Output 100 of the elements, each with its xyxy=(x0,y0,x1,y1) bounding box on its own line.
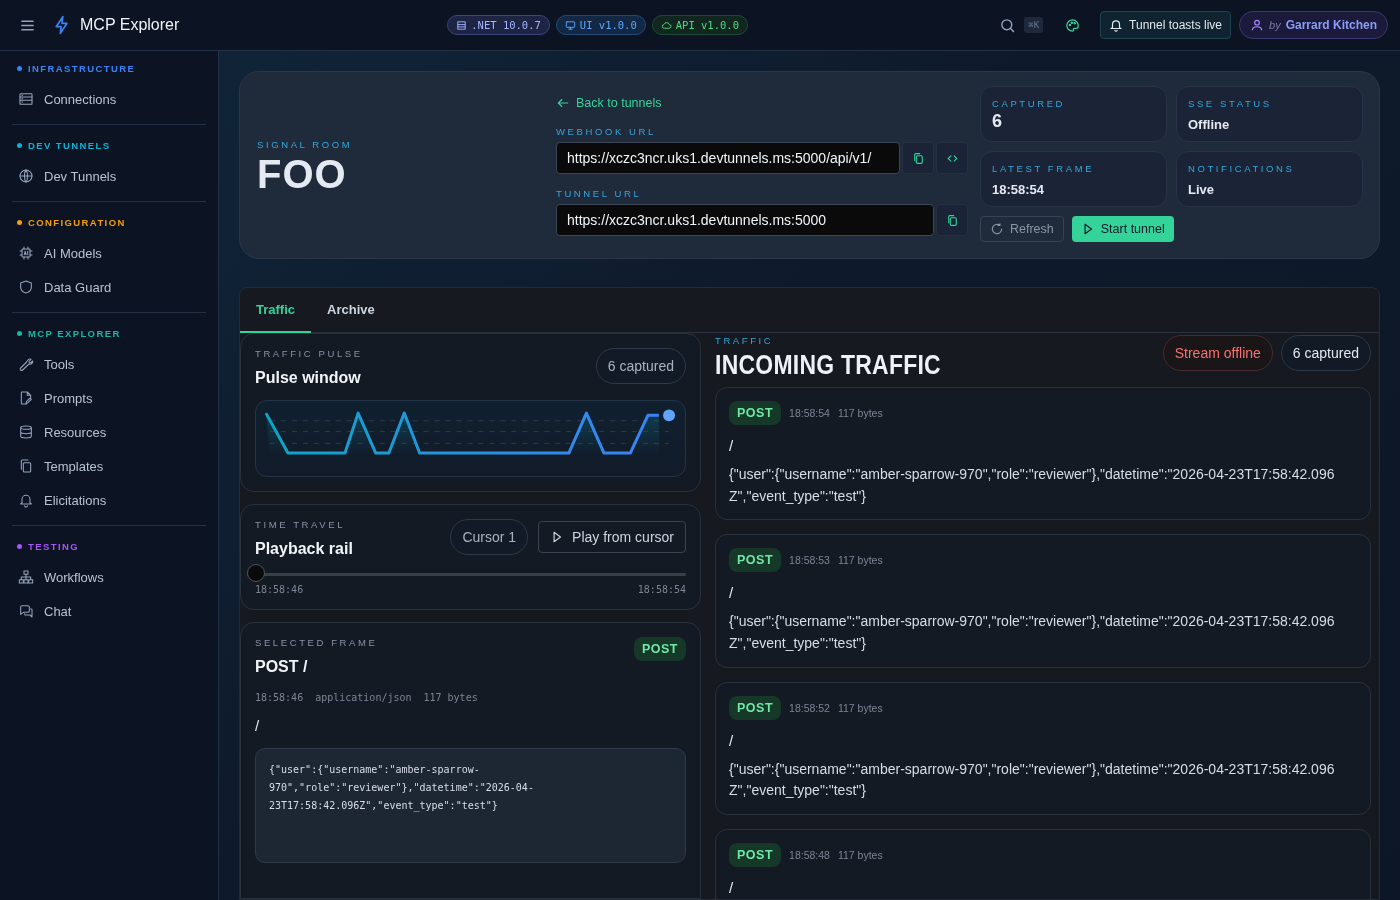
play-from-cursor-button[interactable]: Play from cursor xyxy=(538,521,686,553)
wrench-icon xyxy=(18,356,34,372)
section-heading: INCOMING TRAFFIC xyxy=(715,350,941,381)
frame-time: 18:58:46 xyxy=(255,692,304,703)
copy-icon xyxy=(18,458,34,474)
event-time: 18:58:48 xyxy=(789,849,830,862)
method-badge: POST xyxy=(729,695,782,720)
event-size: 117 bytes xyxy=(837,407,883,419)
eyebrow-label: SIGNAL ROOM xyxy=(257,139,354,150)
nav-item[interactable]: Workflows xyxy=(12,560,206,594)
nav-item[interactable]: Elicitations xyxy=(12,483,206,517)
stat-value: 18:58:54 xyxy=(992,182,1046,197)
frame-path: / xyxy=(255,717,261,734)
file-icon xyxy=(18,390,34,406)
copy-icon xyxy=(911,151,925,165)
eyebrow-label: TIME TRAVEL xyxy=(255,519,346,530)
version-text: API v1.0.0 xyxy=(675,19,739,31)
stat-value: Offline xyxy=(1188,117,1231,132)
start-tunnel-button[interactable]: Start tunnel xyxy=(1071,216,1174,242)
card-title: Playback rail xyxy=(255,540,353,558)
search-icon[interactable] xyxy=(999,16,1017,34)
copy-icon xyxy=(945,213,959,227)
nav-item[interactable]: Resources xyxy=(12,415,206,449)
stat-value: 6 xyxy=(992,111,1003,132)
start-time: 18:58:46 xyxy=(255,584,304,595)
method-badge: POST xyxy=(729,843,782,868)
nav-item[interactable]: Tools xyxy=(12,347,206,381)
card-title: POST / xyxy=(255,658,309,676)
stat-label: NOTIFICATIONS xyxy=(1188,163,1296,174)
version-text: UI v1.0.0 xyxy=(579,19,637,31)
hierarchy-icon xyxy=(18,569,34,585)
copy-button[interactable] xyxy=(936,204,968,236)
method-badge: POST xyxy=(729,548,782,573)
user-name: Garrard Kitchen xyxy=(1285,18,1377,32)
method-badge: POST xyxy=(729,401,782,425)
eyebrow-label: SELECTED FRAME xyxy=(255,637,378,648)
field-label: WEBHOOK URL xyxy=(556,126,657,137)
monitor-icon xyxy=(564,19,576,31)
end-time: 18:58:54 xyxy=(637,584,686,595)
section-title: MCP EXPLORER xyxy=(28,328,121,339)
traffic-event[interactable]: POST 18:58:48 117 bytes / xyxy=(715,829,1371,899)
notifications-button[interactable]: Tunnel toasts live xyxy=(1100,11,1231,39)
by-label: by xyxy=(1269,19,1281,31)
captured-count: 6 captured xyxy=(595,348,686,384)
section-title: DEV TUNNELS xyxy=(28,140,111,151)
cloud-icon xyxy=(660,19,672,31)
refresh-icon xyxy=(990,222,1004,236)
traffic-event[interactable]: POST 18:58:52 117 bytes / {"user":{"username":"amber-sparrow-970","role":"reviewer"},"datetime":"2026-04-23T17:58:42.096Z","event_type":"test"} xyxy=(715,681,1371,816)
chip-icon xyxy=(18,245,34,261)
tunnel-title: FOO xyxy=(257,152,348,197)
palette-icon[interactable] xyxy=(1065,16,1081,34)
traffic-event[interactable]: POST 18:58:54 117 bytes / {"user":{"username":"amber-sparrow-970","role":"reviewer"},"datetime":"2026-04-23T17:58:42.096Z","event_type":"test"} xyxy=(715,387,1371,521)
stat-label: CAPTURED xyxy=(992,98,1067,109)
traffic-event[interactable]: POST 18:58:53 117 bytes / {"user":{"username":"amber-sparrow-970","role":"reviewer"},"datetime":"2026-04-23T17:58:42.096Z","event_type":"test"} xyxy=(715,534,1371,668)
captured-count: 6 captured xyxy=(1280,335,1371,371)
shortcut-key: ⌘K xyxy=(1024,17,1044,33)
user-icon xyxy=(1250,18,1264,32)
globe-icon xyxy=(18,168,34,184)
nav-item[interactable]: Templates xyxy=(12,449,206,483)
tunnel-url-field[interactable]: https://xczc3ncr.uks1.devtunnels.ms:5000 xyxy=(556,204,934,236)
nav-item[interactable]: Chat xyxy=(12,594,206,628)
event-time: 18:58:52 xyxy=(789,701,830,714)
arrow-left-icon xyxy=(556,96,570,110)
slider-thumb[interactable] xyxy=(247,564,265,582)
stat-label: SSE STATUS xyxy=(1188,98,1273,109)
shield-icon xyxy=(18,279,34,295)
event-path: / xyxy=(729,879,735,897)
event-time: 18:58:53 xyxy=(789,554,830,567)
nav-item[interactable]: Prompts xyxy=(12,381,206,415)
back-link[interactable]: Back to tunnels xyxy=(556,96,968,110)
nav-item[interactable]: Connections xyxy=(12,82,206,116)
copy-button[interactable] xyxy=(902,142,934,174)
eyebrow-label: TRAFFIC xyxy=(715,335,775,346)
app-title: MCP Explorer xyxy=(80,16,180,34)
event-size: 117 bytes xyxy=(837,701,883,714)
nav-item[interactable]: Data Guard xyxy=(12,270,206,304)
stat-label: LATEST FRAME xyxy=(992,163,1096,174)
event-body: {"user":{"username":"amber-sparrow-970","role":"reviewer"},"datetime":"2026-04-23T17:58:42.096Z","event_type":"test"} xyxy=(729,612,1336,654)
webhook-url-field[interactable]: https://xczc3ncr.uks1.devtunnels.ms:5000/api/v1/ xyxy=(556,142,900,174)
bell-icon xyxy=(18,492,34,508)
code-button[interactable] xyxy=(936,142,968,174)
nav-item[interactable]: Dev Tunnels xyxy=(12,159,206,193)
tab[interactable]: Archive xyxy=(311,288,391,333)
bell-icon xyxy=(1109,18,1124,32)
event-time: 18:58:54 xyxy=(789,407,830,419)
nav-item[interactable]: AI Models xyxy=(12,236,206,270)
version-text: .NET 10.0.7 xyxy=(471,19,541,31)
section-title: TESTING xyxy=(28,541,79,552)
stat-value: Live xyxy=(1188,182,1215,197)
event-size: 117 bytes xyxy=(837,554,883,567)
playback-slider[interactable] xyxy=(247,564,686,584)
user-button[interactable]: by Garrard Kitchen xyxy=(1239,11,1388,39)
method-badge: POST xyxy=(633,637,686,661)
card-title: Pulse window xyxy=(255,369,362,387)
section-title: CONFIGURATION xyxy=(28,217,126,228)
section-title: INFRASTRUCTURE xyxy=(28,63,136,74)
refresh-button[interactable]: Refresh xyxy=(980,216,1064,242)
event-size: 117 bytes xyxy=(837,849,883,862)
event-body: {"user":{"username":"amber-sparrow-970","role":"reviewer"},"datetime":"2026-04-23T17:58:42.096Z","event_type":"test"} xyxy=(729,465,1336,506)
database-icon xyxy=(18,424,34,440)
